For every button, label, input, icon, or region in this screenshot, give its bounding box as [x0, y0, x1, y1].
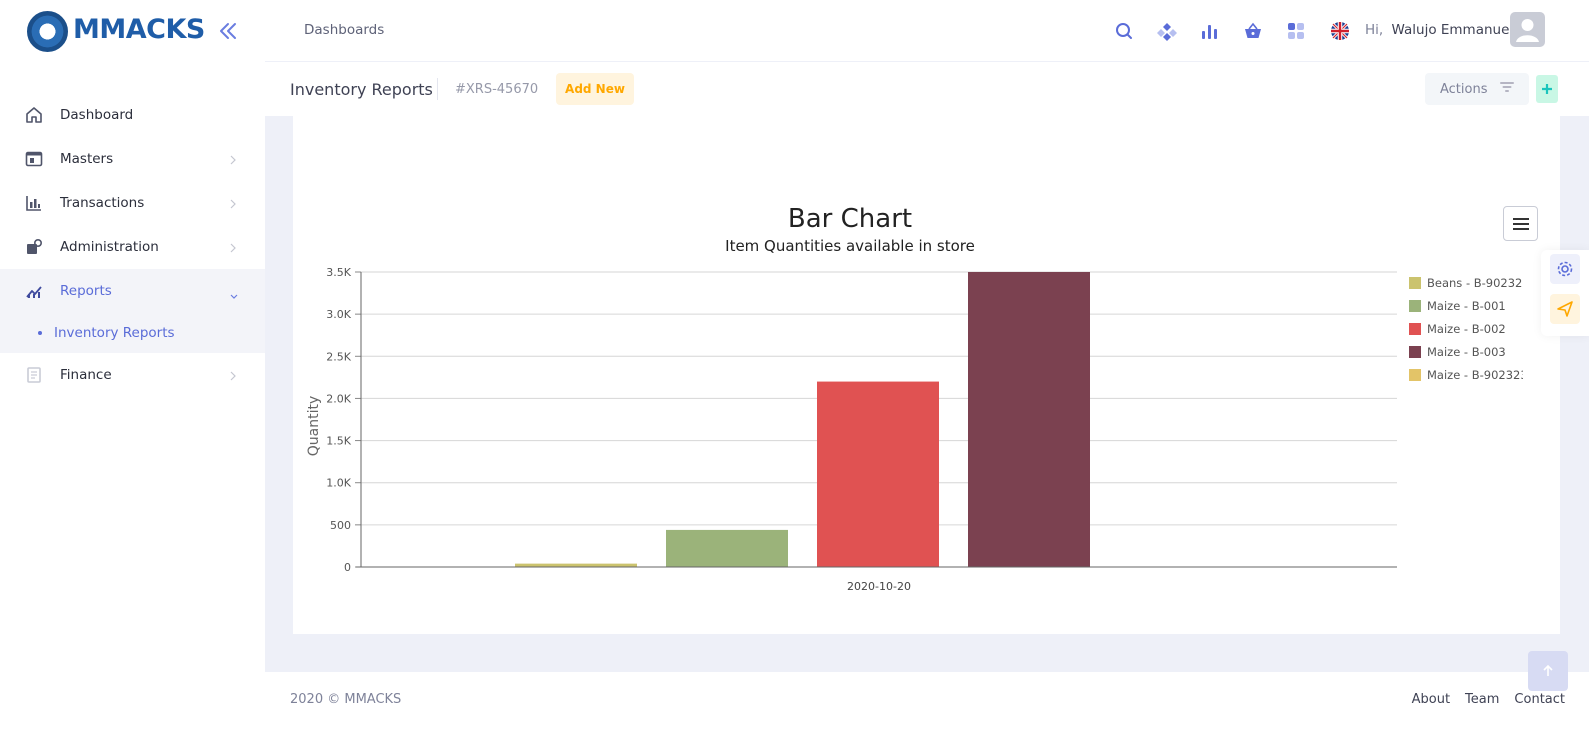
footer-link-team[interactable]: Team [1465, 692, 1499, 707]
bar-chart: Bar Chart Item Quantities available in s… [306, 204, 1523, 593]
y-tick-label: 3.0K [326, 308, 351, 321]
sidebar-item-administration[interactable]: Administration [0, 225, 265, 269]
brand: MMACKS [0, 0, 265, 62]
sidebar-item-masters[interactable]: Masters [0, 137, 265, 181]
search-icon[interactable] [1110, 17, 1138, 45]
chevron-right-icon [229, 152, 237, 166]
legend-item[interactable]: Beans - B-902323 [1427, 276, 1523, 290]
bullet-icon [38, 331, 42, 335]
sidebar-item-transactions[interactable]: Transactions [0, 181, 265, 225]
sidebar-item-label: Finance [60, 367, 112, 383]
footer-link-contact[interactable]: Contact [1514, 692, 1565, 707]
y-tick-label: 3.5K [326, 266, 351, 279]
avatar[interactable] [1510, 12, 1545, 47]
legend-swatch [1409, 346, 1421, 358]
sidebar-item-label: Masters [60, 151, 114, 167]
logo-seal-icon [27, 11, 68, 52]
footer: 2020 © MMACKS About Team Contact [265, 672, 1589, 731]
legend-item[interactable]: Maize - B-001 [1427, 299, 1506, 313]
legend-swatch [1409, 323, 1421, 335]
chart-subtitle: Item Quantities available in store [725, 237, 975, 255]
add-icon[interactable] [1536, 75, 1558, 103]
chevron-down-icon [229, 286, 239, 299]
chevron-right-icon [229, 240, 237, 254]
page-title: Inventory Reports [290, 80, 433, 99]
legend-item[interactable]: Maize - B-003 [1427, 345, 1506, 359]
uk-flag-icon[interactable] [1326, 17, 1354, 45]
sidebar-item-label: Administration [60, 239, 159, 255]
sidebar-item-label: Reports [60, 283, 112, 299]
sidebar-subitem-inventory-reports[interactable]: Inventory Reports [0, 313, 265, 353]
sidebar-nav: Dashboard Masters Transactions Administr… [0, 93, 265, 397]
sidebar: MMACKS Dashboard Masters Transactions Ad… [0, 0, 265, 731]
stats-icon[interactable] [1196, 17, 1224, 45]
sidebar-subitem-label: Inventory Reports [54, 325, 175, 341]
user-greeting[interactable]: Hi, Walujo Emmanuel [1365, 22, 1513, 38]
brand-name: MMACKS [73, 14, 205, 45]
layout-icon [24, 149, 44, 169]
bar[interactable] [515, 563, 637, 567]
breadcrumb[interactable]: Dashboards [304, 22, 384, 38]
scroll-top-button[interactable] [1528, 651, 1568, 691]
y-tick-label: 500 [330, 519, 351, 532]
y-tick-label: 1.5K [326, 435, 351, 448]
sidebar-item-finance[interactable]: Finance [0, 353, 265, 397]
collapse-sidebar-icon[interactable] [215, 18, 241, 44]
y-axis-label: Quantity [306, 396, 322, 457]
legend-swatch [1409, 369, 1421, 381]
divider [437, 78, 438, 100]
y-tick-label: 1.0K [326, 477, 351, 490]
bar[interactable] [817, 381, 939, 567]
y-tick-label: 0 [344, 561, 351, 574]
book-icon [24, 365, 44, 385]
legend-item[interactable]: Maize - B-902323 [1427, 368, 1523, 382]
apps-icon[interactable] [1282, 17, 1310, 45]
trend-icon [24, 281, 44, 301]
legend-swatch [1409, 277, 1421, 289]
legend-swatch [1409, 300, 1421, 312]
report-id: #XRS-45670 [455, 82, 539, 97]
subheader: Inventory Reports #XRS-45670 Add New Act… [265, 62, 1589, 116]
greeting-text: Hi, [1365, 22, 1384, 38]
footer-link-about[interactable]: About [1412, 692, 1450, 707]
copyright: 2020 © MMACKS [290, 692, 402, 707]
send-icon[interactable] [1550, 294, 1580, 324]
home-icon [24, 105, 44, 125]
y-tick-label: 2.0K [326, 392, 351, 405]
cogs-icon [24, 237, 44, 257]
sidebar-item-reports[interactable]: Reports [0, 269, 265, 313]
sidebar-item-dashboard[interactable]: Dashboard [0, 93, 265, 137]
chart-bar-icon [24, 193, 44, 213]
side-toolbar [1541, 250, 1589, 336]
layers-icon[interactable] [1153, 17, 1181, 45]
chart-title: Bar Chart [788, 204, 912, 234]
chart-legend: Beans - B-902323 Maize - B-001 Maize - B-0… [1409, 276, 1523, 382]
y-axis-ticks: 0 500 1.0K 1.5K 2.0K 2.5K 3.0K 3.5K [326, 266, 361, 574]
x-tick-label: 2020-10-20 [847, 580, 911, 593]
sidebar-item-label: Transactions [60, 195, 145, 211]
bars [515, 272, 1090, 567]
actions-button[interactable]: Actions [1425, 73, 1529, 105]
footer-links: About Team Contact [1412, 692, 1565, 707]
legend-item[interactable]: Maize - B-002 [1427, 322, 1506, 336]
add-new-button[interactable]: Add New [556, 73, 634, 105]
basket-icon[interactable] [1239, 17, 1267, 45]
chevron-right-icon [229, 368, 237, 382]
user-name: Walujo Emmanuel [1391, 22, 1514, 38]
actions-label: Actions [1440, 81, 1488, 97]
bar[interactable] [666, 529, 788, 567]
top-header: Dashboards Hi, Walujo Emmanuel [265, 0, 1589, 62]
settings-icon[interactable] [1550, 254, 1580, 284]
filter-icon [1499, 81, 1514, 97]
bar[interactable] [968, 272, 1090, 567]
sidebar-item-label: Dashboard [60, 107, 134, 123]
y-tick-label: 2.5K [326, 350, 351, 363]
chevron-right-icon [229, 196, 237, 210]
